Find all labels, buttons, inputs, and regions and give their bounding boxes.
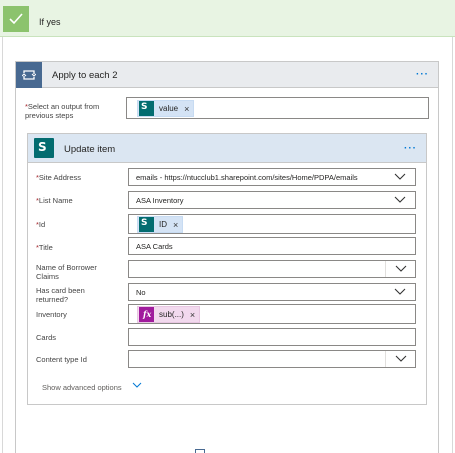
chevron-down-icon[interactable] xyxy=(385,169,415,185)
remove-token-button[interactable]: × xyxy=(184,104,189,114)
list-name-label: *List Name xyxy=(36,196,73,205)
sharepoint-icon: S xyxy=(139,101,154,116)
add-action-connector[interactable] xyxy=(195,449,205,453)
name-of-borrower-label: Name of Borrower Claims xyxy=(36,263,97,281)
inventory-input[interactable]: fx sub(...) × xyxy=(128,304,416,324)
fx-icon: fx xyxy=(139,307,154,322)
inventory-label: Inventory xyxy=(36,310,67,319)
title-input[interactable]: ASA Cards xyxy=(128,237,416,255)
has-card-returned-dropdown[interactable]: No xyxy=(128,283,416,301)
has-card-returned-label: Has card been returned? xyxy=(36,286,85,304)
loop-icon xyxy=(16,62,42,88)
apply-to-each-header[interactable]: Apply to each 2 ··· xyxy=(16,62,438,88)
chevron-down-icon[interactable] xyxy=(132,382,142,389)
id-input[interactable]: S ID × xyxy=(128,214,416,234)
chevron-down-icon[interactable] xyxy=(385,261,415,277)
show-advanced-options-link[interactable]: Show advanced options xyxy=(42,383,122,392)
select-output-input[interactable]: S value × xyxy=(126,97,429,119)
expression-token[interactable]: fx sub(...) × xyxy=(137,306,201,323)
update-item-title: Update item xyxy=(64,144,116,155)
if-yes-label: If yes xyxy=(39,17,61,27)
sharepoint-icon: S xyxy=(139,217,154,232)
apply-to-each-card: Apply to each 2 ··· *Select an output fr… xyxy=(15,61,439,453)
apply-to-each-title: Apply to each 2 xyxy=(52,70,118,81)
list-name-dropdown[interactable]: ASA Inventory xyxy=(128,191,416,209)
update-item-header[interactable]: S Update item ··· xyxy=(28,134,426,163)
chevron-down-icon[interactable] xyxy=(385,192,415,208)
name-of-borrower-dropdown[interactable] xyxy=(128,260,416,278)
cards-label: Cards xyxy=(36,333,57,342)
title-label: *Title xyxy=(36,243,53,252)
site-address-label: *Site Address xyxy=(36,173,82,182)
chevron-down-icon[interactable] xyxy=(385,284,415,300)
content-type-id-label: Content type Id xyxy=(36,355,87,364)
site-address-dropdown[interactable]: emails - https://ntucclub1.sharepoint.co… xyxy=(128,168,416,186)
content-type-id-dropdown[interactable] xyxy=(128,350,416,368)
chevron-down-icon[interactable] xyxy=(385,351,415,367)
check-icon xyxy=(3,6,29,32)
update-item-card: S Update item ··· *Site Address emails -… xyxy=(27,133,427,405)
id-label: *Id xyxy=(36,220,46,229)
sharepoint-icon: S xyxy=(34,138,54,158)
select-output-label: *Select an output from previous steps xyxy=(25,102,100,120)
update-more-options-button[interactable]: ··· xyxy=(404,143,417,154)
if-yes-header[interactable]: If yes xyxy=(0,0,455,37)
apply-more-options-button[interactable]: ··· xyxy=(416,69,429,80)
remove-token-button[interactable]: × xyxy=(173,220,178,230)
cards-input[interactable] xyxy=(128,328,416,346)
remove-token-button[interactable]: × xyxy=(190,310,195,320)
id-token[interactable]: S ID × xyxy=(137,216,184,233)
value-token[interactable]: S value × xyxy=(137,100,195,117)
